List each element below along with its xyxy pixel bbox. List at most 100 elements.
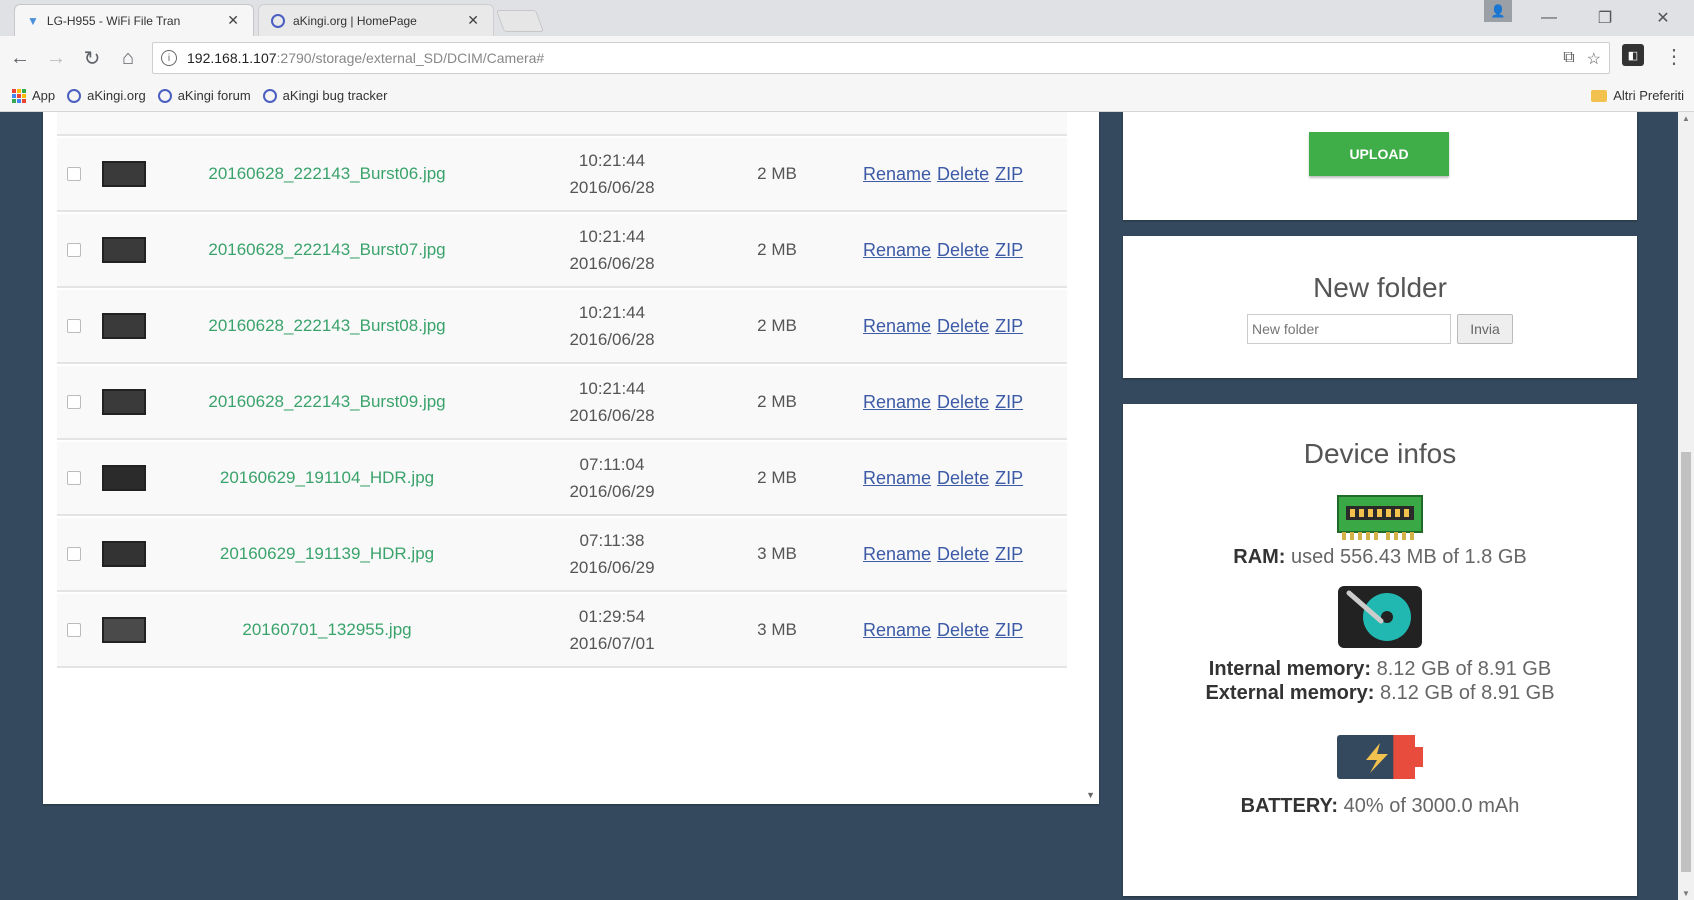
info-icon[interactable]: i [161, 50, 177, 66]
other-bookmarks[interactable]: Altri Preferiti [1591, 88, 1684, 103]
tab-title: LG-H955 - WiFi File Tran [46, 13, 181, 28]
file-modified: 10:21:44 2016/06/28 [537, 375, 687, 429]
file-size: 2 MB [757, 392, 797, 411]
file-size: 3 MB [757, 544, 797, 563]
file-checkbox[interactable] [67, 243, 81, 257]
battery-info: BATTERY: 40% of 3000.0 mAh [1123, 795, 1637, 818]
rename-link[interactable]: Rename [863, 316, 931, 337]
bookmark-label: aKingi bug tracker [282, 88, 388, 103]
file-modified: 10:21:44 2016/06/28 [537, 223, 687, 277]
hard-disk-icon [1337, 585, 1423, 649]
scroll-down-icon[interactable]: ▼ [1086, 790, 1095, 800]
file-thumbnail[interactable] [102, 465, 146, 491]
rename-link[interactable]: Rename [863, 240, 931, 261]
translate-icon[interactable]: ⧉ [1563, 49, 1574, 69]
file-name-link[interactable]: 20160628_222143_Burst08.jpg [197, 316, 457, 336]
zip-link[interactable]: ZIP [995, 164, 1023, 185]
delete-link[interactable]: Delete [937, 468, 989, 489]
file-checkbox[interactable] [67, 395, 81, 409]
file-name-link[interactable]: 20160628_222143_Burst06.jpg [197, 164, 457, 184]
page-scrollbar[interactable]: ▲ ▼ [1678, 112, 1694, 900]
file-size: 2 MB [757, 240, 797, 259]
scroll-up-icon[interactable]: ▲ [1682, 114, 1690, 123]
bookmark-apps[interactable]: App [12, 88, 55, 103]
extension-icon[interactable]: ◧ [1622, 44, 1644, 66]
delete-link[interactable]: Delete [937, 620, 989, 641]
close-window-button[interactable]: ✕ [1640, 4, 1686, 32]
file-row: 20160628_222143_Burst09.jpg 10:21:44 2016/… [57, 366, 1067, 440]
zip-link[interactable]: ZIP [995, 316, 1023, 337]
file-date: 2016/07/01 [569, 634, 655, 653]
zip-link[interactable]: ZIP [995, 620, 1023, 641]
wifi-icon: ▼ [27, 13, 39, 28]
new-tab-button[interactable] [495, 10, 545, 32]
file-actions: Rename Delete ZIP [863, 544, 1023, 565]
file-checkbox[interactable] [67, 319, 81, 333]
browser-toolbar: ← → ↻ ⌂ i 192.168.1.107:2790/storage/ext… [0, 36, 1694, 80]
file-name-link[interactable]: 20160629_191104_HDR.jpg [197, 468, 457, 488]
address-bar[interactable]: i 192.168.1.107:2790/storage/external_SD… [152, 42, 1610, 74]
rename-link[interactable]: Rename [863, 468, 931, 489]
bookmark-star-icon[interactable]: ☆ [1587, 49, 1601, 69]
forward-button[interactable]: → [40, 42, 72, 74]
tab-akingi-homepage[interactable]: aKingi.org | HomePage ✕ [258, 4, 494, 36]
new-folder-submit-button[interactable]: Invia [1457, 314, 1513, 344]
file-name-link[interactable]: 20160628_222143_Burst07.jpg [197, 240, 457, 260]
rename-link[interactable]: Rename [863, 392, 931, 413]
delete-link[interactable]: Delete [937, 544, 989, 565]
new-folder-input[interactable] [1247, 314, 1451, 344]
file-actions: Rename Delete ZIP [863, 164, 1023, 185]
scrollbar-thumb[interactable] [1681, 452, 1691, 872]
file-modified: 07:11:04 2016/06/29 [537, 451, 687, 505]
scroll-down-icon[interactable]: ▼ [1682, 889, 1690, 898]
file-modified: 10:21:44 2016/06/28 [537, 147, 687, 201]
file-thumbnail[interactable] [102, 313, 146, 339]
file-thumbnail[interactable] [102, 237, 146, 263]
bookmark-akingi-bug-tracker[interactable]: aKingi bug tracker [262, 88, 388, 103]
file-thumbnail[interactable] [102, 389, 146, 415]
delete-link[interactable]: Delete [937, 392, 989, 413]
delete-link[interactable]: Delete [937, 164, 989, 185]
file-time: 10:21:44 [578, 303, 646, 322]
bookmark-akingi-org[interactable]: aKingi.org [67, 88, 146, 103]
close-icon[interactable]: ✕ [467, 12, 479, 29]
url-path: :2790/storage/external_SD/DCIM/Camera# [276, 50, 545, 66]
restore-button[interactable]: ❐ [1582, 4, 1628, 32]
tab-wifi-file-transfer[interactable]: ▼ LG-H955 - WiFi File Tran ✕ [14, 4, 254, 36]
file-name-link[interactable]: 20160628_222143_Burst09.jpg [197, 392, 457, 412]
file-name-link[interactable]: 20160629_191139_HDR.jpg [197, 544, 457, 564]
zip-link[interactable]: ZIP [995, 392, 1023, 413]
file-thumbnail[interactable] [102, 161, 146, 187]
battery-icon [1336, 733, 1424, 781]
minimize-button[interactable]: — [1526, 4, 1572, 32]
profile-icon[interactable]: 👤 [1484, 0, 1512, 22]
close-icon[interactable]: ✕ [227, 12, 239, 29]
file-checkbox[interactable] [67, 623, 81, 637]
back-button[interactable]: ← [4, 42, 36, 74]
apps-grid-icon [12, 88, 26, 103]
delete-link[interactable]: Delete [937, 316, 989, 337]
file-checkbox[interactable] [67, 547, 81, 561]
reload-button[interactable]: ↻ [76, 42, 108, 74]
file-thumbnail[interactable] [102, 541, 146, 567]
ram-label: RAM: [1233, 546, 1286, 568]
file-name-link[interactable]: 20160701_132955.jpg [197, 620, 457, 640]
rename-link[interactable]: Rename [863, 164, 931, 185]
file-size: 3 MB [757, 620, 797, 639]
bookmark-akingi-forum[interactable]: aKingi forum [157, 88, 251, 103]
zip-link[interactable]: ZIP [995, 240, 1023, 261]
upload-button[interactable]: UPLOAD [1309, 132, 1449, 176]
rename-link[interactable]: Rename [863, 544, 931, 565]
menu-kebab-icon[interactable]: ⋮ [1664, 44, 1684, 69]
memory-info: Internal memory: 8.12 GB of 8.91 GB Exte… [1123, 657, 1637, 705]
file-checkbox[interactable] [67, 471, 81, 485]
zip-link[interactable]: ZIP [995, 544, 1023, 565]
battery-label: BATTERY: [1240, 795, 1339, 817]
delete-link[interactable]: Delete [937, 240, 989, 261]
zip-link[interactable]: ZIP [995, 468, 1023, 489]
file-checkbox[interactable] [67, 167, 81, 181]
file-thumbnail[interactable] [102, 617, 146, 643]
url-host: 192.168.1.107 [187, 50, 277, 66]
home-button[interactable]: ⌂ [112, 42, 144, 74]
rename-link[interactable]: Rename [863, 620, 931, 641]
